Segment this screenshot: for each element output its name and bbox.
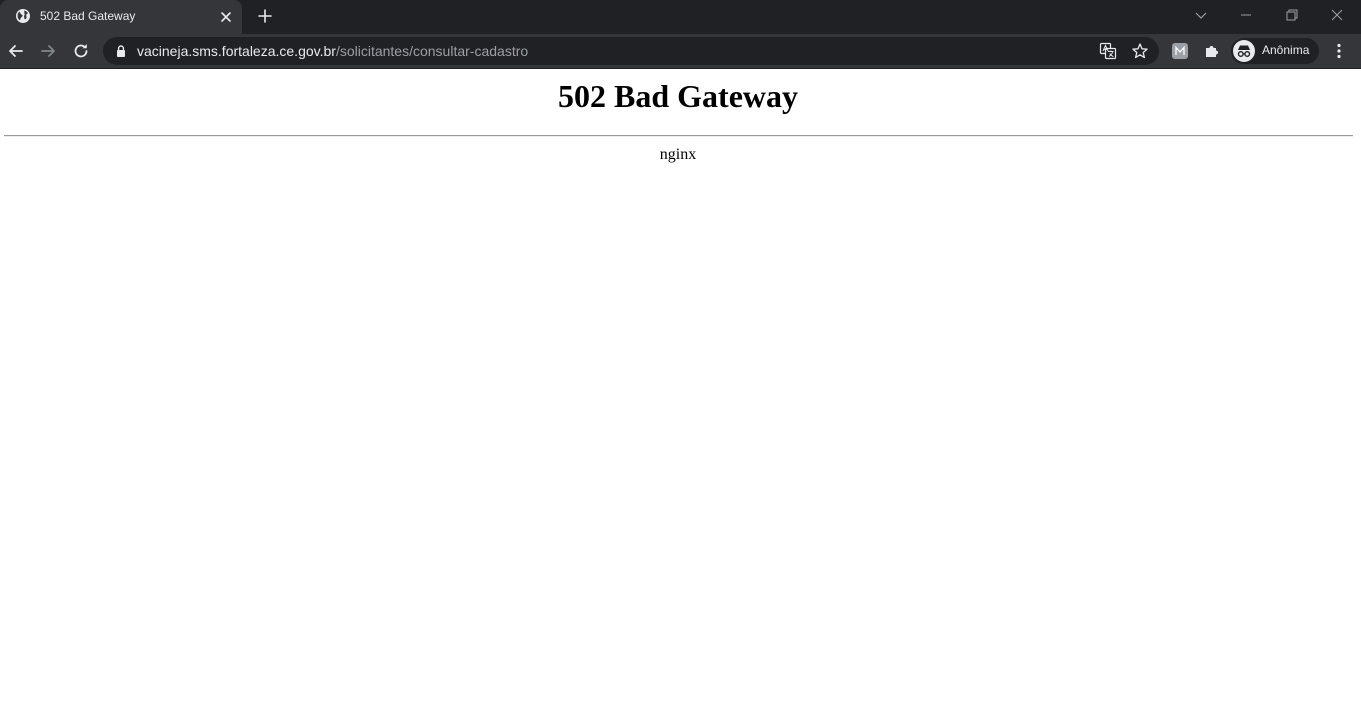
reload-icon[interactable] — [71, 41, 91, 61]
divider — [4, 135, 1353, 137]
globe-icon — [16, 9, 30, 23]
incognito-icon — [1237, 45, 1251, 57]
close-window-icon[interactable] — [1327, 5, 1347, 25]
minimize-icon[interactable] — [1236, 5, 1256, 25]
restore-icon[interactable] — [1282, 5, 1302, 25]
star-icon[interactable] — [1131, 42, 1149, 60]
incognito-avatar — [1233, 40, 1255, 62]
lock-icon[interactable] — [114, 44, 128, 58]
address-bar[interactable]: vacineja.sms.fortaleza.ce.gov.br/solicit… — [103, 37, 1159, 65]
kebab-menu-icon[interactable] — [1330, 42, 1348, 60]
page-viewport: 502 Bad Gateway nginx — [0, 70, 1361, 720]
browser-toolbar: vacineja.sms.fortaleza.ce.gov.br/solicit… — [0, 34, 1361, 69]
chevron-down-icon[interactable] — [1191, 5, 1211, 25]
profile-incognito-button[interactable]: Anônima — [1231, 38, 1319, 64]
extension-m-icon[interactable] — [1171, 42, 1189, 60]
url-path: /solicitantes/consultar-cadastro — [335, 43, 529, 59]
tab-strip: 502 Bad Gateway — [0, 0, 1361, 34]
translate-icon[interactable] — [1099, 42, 1117, 60]
url-host: vacineja.sms.fortaleza.ce.gov.br — [137, 43, 336, 59]
server-name: nginx — [659, 146, 697, 163]
profile-label: Anônima — [1262, 43, 1310, 57]
puzzle-icon[interactable] — [1203, 42, 1221, 60]
url-text[interactable]: vacineja.sms.fortaleza.ce.gov.br/solicit… — [137, 43, 528, 59]
forward-arrow-icon[interactable] — [38, 41, 58, 61]
page-title: 502 Bad Gateway — [558, 78, 798, 114]
tab-title: 502 Bad Gateway — [40, 9, 136, 23]
close-icon[interactable] — [218, 9, 234, 25]
plus-icon[interactable] — [255, 6, 275, 26]
tab-active[interactable]: 502 Bad Gateway — [0, 0, 242, 34]
back-arrow-icon[interactable] — [6, 41, 26, 61]
